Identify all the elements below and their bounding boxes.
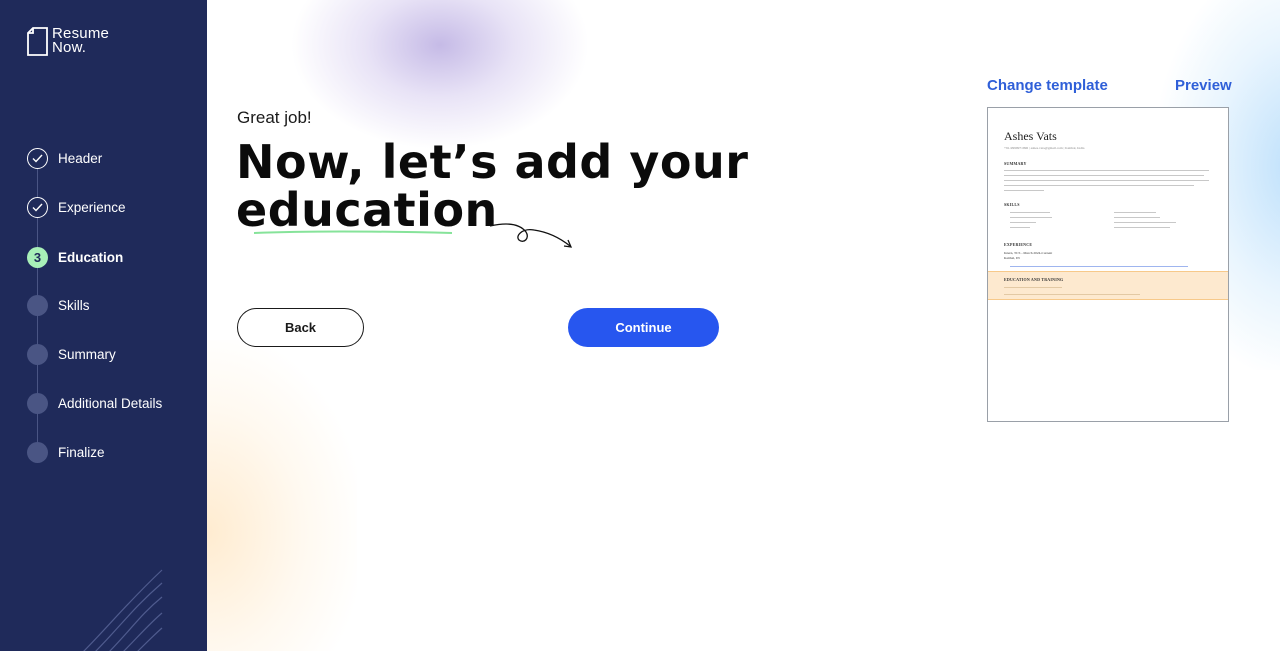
step-label: Header xyxy=(58,150,103,166)
placeholder-line xyxy=(1004,180,1209,182)
step-label: Additional Details xyxy=(58,395,163,411)
curly-arrow-icon xyxy=(489,223,573,248)
brand-name: Resume Now. xyxy=(52,26,109,56)
placeholder-line xyxy=(1010,217,1052,219)
sidebar: Resume Now. Header Experience 3 Educatio… xyxy=(0,0,207,651)
step-complete-icon xyxy=(27,147,48,169)
step-number-badge: 3 xyxy=(27,246,48,268)
continue-button[interactable]: Continue xyxy=(568,308,719,347)
placeholder-line xyxy=(1010,227,1030,229)
resume-skills-heading: SKILLS xyxy=(1004,202,1020,207)
placeholder-line xyxy=(1114,217,1160,219)
step-pending-dot xyxy=(27,392,48,414)
step-skills[interactable]: Skills xyxy=(27,294,90,316)
placeholder-line xyxy=(1114,222,1176,224)
title-line-1: Now, let’s add your xyxy=(236,135,749,189)
placeholder-line xyxy=(1004,287,1062,289)
placeholder-line xyxy=(1114,212,1156,214)
resume-experience-heading: EXPERIENCE xyxy=(1004,242,1033,247)
step-header[interactable]: Header xyxy=(27,147,102,169)
placeholder-line xyxy=(1004,175,1204,177)
preview-link[interactable]: Preview xyxy=(1175,77,1232,94)
checkmark-icon xyxy=(32,154,43,163)
resume-experience-location: Kaithal, IN xyxy=(1004,256,1020,260)
resume-experience-title: Intern, TCS - March 2024-Current xyxy=(1004,251,1053,255)
placeholder-line xyxy=(1004,294,1140,296)
step-additional-details[interactable]: Additional Details xyxy=(27,392,162,414)
decorative-purple-glow xyxy=(290,0,590,150)
resume-contact: +91-9999971996 | ashes.vats@gmail.com | … xyxy=(1004,146,1085,150)
step-pending-dot xyxy=(27,343,48,365)
placeholder-line xyxy=(1004,170,1209,172)
title-underline xyxy=(253,230,453,234)
step-complete-icon xyxy=(27,196,48,218)
title-line-2: education xyxy=(236,183,498,237)
resume-preview[interactable]: Ashes Vats +91-9999971996 | ashes.vats@g… xyxy=(987,107,1229,422)
placeholder-line xyxy=(1004,190,1044,192)
step-pending-dot xyxy=(27,294,48,316)
checkmark-icon xyxy=(32,203,43,212)
placeholder-line xyxy=(1004,185,1194,187)
step-summary[interactable]: Summary xyxy=(27,343,116,365)
change-template-link[interactable]: Change template xyxy=(987,77,1108,94)
step-label: Skills xyxy=(58,297,90,313)
resume-education-heading: EDUCATION AND TRAINING xyxy=(1004,277,1064,282)
step-label: Education xyxy=(58,249,124,265)
resume-summary-heading: SUMMARY xyxy=(1004,161,1027,166)
page-subtitle: Great job! xyxy=(237,108,312,127)
step-experience[interactable]: Experience xyxy=(27,196,126,218)
step-label: Summary xyxy=(58,346,116,362)
placeholder-line xyxy=(1010,222,1036,224)
step-education[interactable]: 3 Education xyxy=(27,246,123,268)
resume-name: Ashes Vats xyxy=(1004,129,1057,143)
brand-line-2: Now. xyxy=(52,39,87,56)
placeholder-line xyxy=(1114,227,1170,229)
placeholder-line xyxy=(1010,212,1050,214)
document-icon xyxy=(27,27,48,56)
step-label: Experience xyxy=(58,199,126,215)
brand-logo[interactable]: Resume Now. xyxy=(27,26,109,56)
step-pending-dot xyxy=(27,441,48,463)
decorative-orange-glow xyxy=(207,340,357,651)
placeholder-line xyxy=(1010,266,1188,268)
step-finalize[interactable]: Finalize xyxy=(27,441,105,463)
decorative-lines xyxy=(83,569,163,651)
education-section-highlight xyxy=(988,271,1228,300)
step-label: Finalize xyxy=(58,444,105,460)
back-button[interactable]: Back xyxy=(237,308,364,347)
